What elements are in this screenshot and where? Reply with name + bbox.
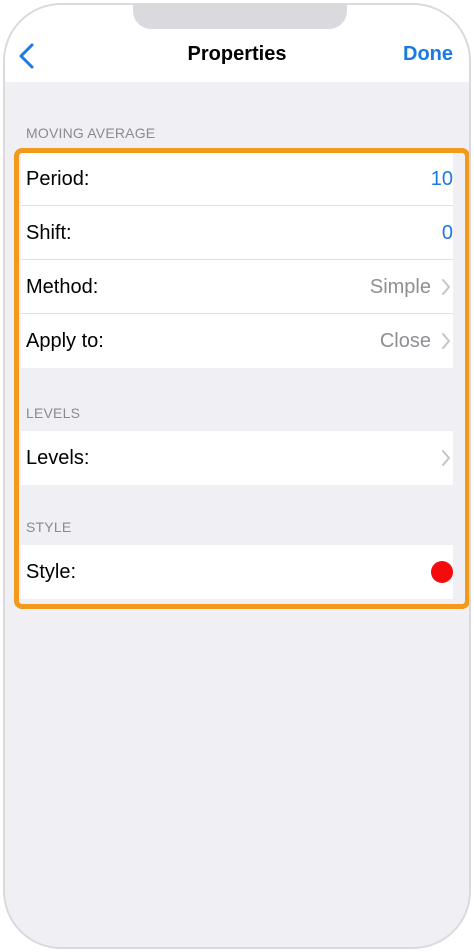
method-row[interactable]: Method: Simple — [21, 260, 453, 314]
period-row[interactable]: Period: 10 — [21, 152, 453, 206]
levels-label: Levels: — [26, 447, 90, 469]
chevron-right-icon — [442, 450, 450, 466]
levels-group: Levels: — [21, 431, 453, 485]
style-label: Style: — [26, 561, 77, 583]
period-label: Period: — [26, 168, 90, 190]
shift-label: Shift: — [26, 222, 72, 244]
moving-average-group: Period: 10 Shift: 0 Method: Simple Apply… — [21, 152, 453, 368]
device-notch — [133, 5, 347, 29]
method-label: Method: — [26, 276, 99, 298]
style-color-swatch[interactable] — [431, 561, 453, 583]
period-value[interactable]: 10 — [431, 168, 453, 191]
section-header-style: STYLE — [26, 519, 72, 535]
chevron-right-icon — [442, 279, 450, 295]
done-button[interactable]: Done — [403, 43, 453, 66]
method-value: Simple — [369, 276, 431, 298]
shift-row[interactable]: Shift: 0 — [21, 206, 453, 260]
section-header-moving-average: MOVING AVERAGE — [26, 125, 156, 141]
phone-frame: Properties Done MOVING AVERAGE Period: 1… — [3, 3, 471, 949]
shift-value[interactable]: 0 — [442, 222, 453, 245]
apply-to-label: Apply to: — [26, 330, 104, 352]
section-header-levels: LEVELS — [26, 405, 81, 421]
style-row[interactable]: Style: — [21, 545, 453, 599]
chevron-right-icon — [442, 333, 450, 349]
apply-to-row[interactable]: Apply to: Close — [21, 314, 453, 368]
apply-to-value: Close — [379, 330, 431, 352]
page-title: Properties — [187, 43, 287, 65]
properties-content: MOVING AVERAGE Period: 10 Shift: 0 Metho… — [5, 82, 469, 947]
style-group: Style: — [21, 545, 453, 599]
levels-row[interactable]: Levels: — [21, 431, 453, 485]
